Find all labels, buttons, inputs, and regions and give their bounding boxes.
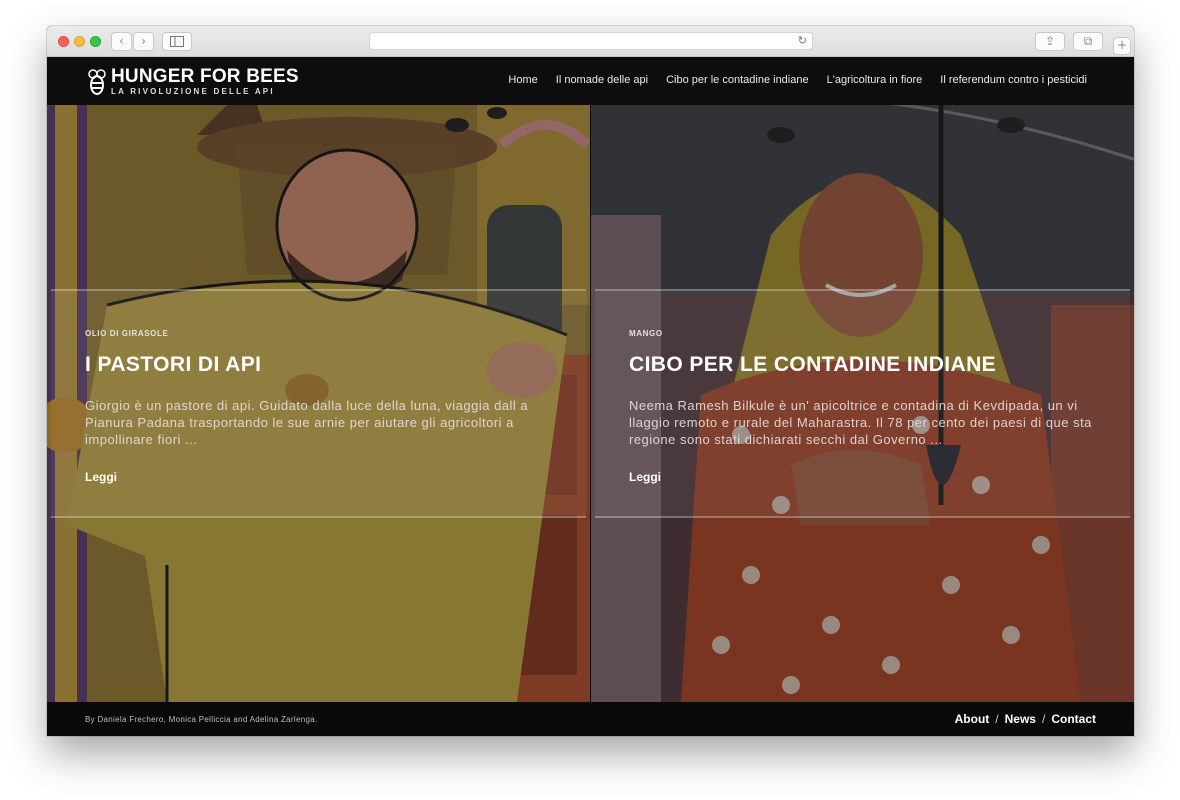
story-excerpt: Neema Ramesh Bilkule è un' apicoltrice e… bbox=[629, 398, 1092, 447]
sidebar-toggle-button[interactable] bbox=[162, 32, 192, 51]
plus-icon: + bbox=[1116, 38, 1128, 52]
share-button[interactable]: ⇪ bbox=[1035, 32, 1065, 51]
story-excerpt: Giorgio è un pastore di api. Guidato dal… bbox=[85, 398, 529, 447]
story-card: MANGO CIBO PER LE CONTADINE INDIANE Neem… bbox=[595, 289, 1130, 518]
panel-divider bbox=[590, 105, 591, 702]
chevron-left-icon: ‹ bbox=[119, 34, 124, 48]
footer-links: About / News / Contact bbox=[955, 712, 1096, 726]
read-more-link[interactable]: Leggi bbox=[85, 470, 117, 484]
back-button[interactable]: ‹ bbox=[111, 32, 132, 51]
chevron-right-icon: › bbox=[141, 34, 146, 48]
forward-button[interactable]: › bbox=[133, 32, 154, 51]
footer-link-contact[interactable]: Contact bbox=[1051, 712, 1096, 726]
story-title[interactable]: I PASTORI DI API bbox=[85, 353, 261, 377]
browser-toolbar: ‹ › ↻ ⇪ ⧉ + bbox=[47, 26, 1134, 57]
close-window-button[interactable] bbox=[58, 36, 69, 47]
minimize-window-button[interactable] bbox=[74, 36, 85, 47]
tabs-icon: ⧉ bbox=[1083, 34, 1093, 48]
footer-link-news[interactable]: News bbox=[1005, 712, 1036, 726]
footer-credits: By Daniela Frechero, Monica Pelliccia an… bbox=[85, 715, 318, 724]
read-more-link[interactable]: Leggi bbox=[629, 470, 661, 484]
site-footer: By Daniela Frechero, Monica Pelliccia an… bbox=[47, 702, 1134, 736]
show-tabs-button[interactable]: ⧉ bbox=[1073, 32, 1103, 51]
web-page: HUNGER FOR BEES LA RIVOLUZIONE DELLE API… bbox=[47, 57, 1134, 736]
site-header: HUNGER FOR BEES LA RIVOLUZIONE DELLE API… bbox=[47, 57, 1134, 105]
site-logo[interactable]: HUNGER FOR BEES LA RIVOLUZIONE DELLE API bbox=[87, 67, 299, 96]
new-tab-button[interactable]: + bbox=[1113, 37, 1131, 55]
nav-item-agricoltura[interactable]: L'agricoltura in fiore bbox=[827, 74, 923, 86]
share-icon: ⇪ bbox=[1044, 34, 1056, 48]
nav-item-nomade[interactable]: Il nomade delle api bbox=[556, 74, 648, 86]
zoom-window-button[interactable] bbox=[90, 36, 101, 47]
bee-logo-icon bbox=[88, 68, 106, 95]
story-card: OLIO DI GIRASOLE I PASTORI DI API Giorgi… bbox=[51, 289, 586, 518]
address-bar[interactable]: ↻ bbox=[369, 32, 813, 50]
logo-title: HUNGER FOR BEES bbox=[111, 66, 299, 87]
footer-separator: / bbox=[1041, 712, 1046, 726]
nav-item-referendum[interactable]: Il referendum contro i pesticidi bbox=[940, 74, 1087, 86]
browser-window: ‹ › ↻ ⇪ ⧉ + HUNGER FOR BEES LA RIVOLUZIO… bbox=[47, 26, 1134, 736]
logo-subtitle: LA RIVOLUZIONE DELLE API bbox=[111, 87, 275, 96]
footer-separator: / bbox=[995, 712, 999, 726]
main-nav: Home Il nomade delle api Cibo per le con… bbox=[508, 74, 1087, 86]
nav-item-home[interactable]: Home bbox=[508, 74, 537, 86]
footer-link-about[interactable]: About bbox=[955, 712, 990, 726]
story-category: MANGO bbox=[629, 329, 663, 338]
story-category: OLIO DI GIRASOLE bbox=[85, 329, 169, 338]
sidebar-icon bbox=[170, 36, 184, 47]
nav-item-cibo[interactable]: Cibo per le contadine indiane bbox=[666, 74, 809, 86]
reload-icon[interactable]: ↻ bbox=[798, 34, 807, 47]
story-title[interactable]: CIBO PER LE CONTADINE INDIANE bbox=[629, 353, 996, 377]
